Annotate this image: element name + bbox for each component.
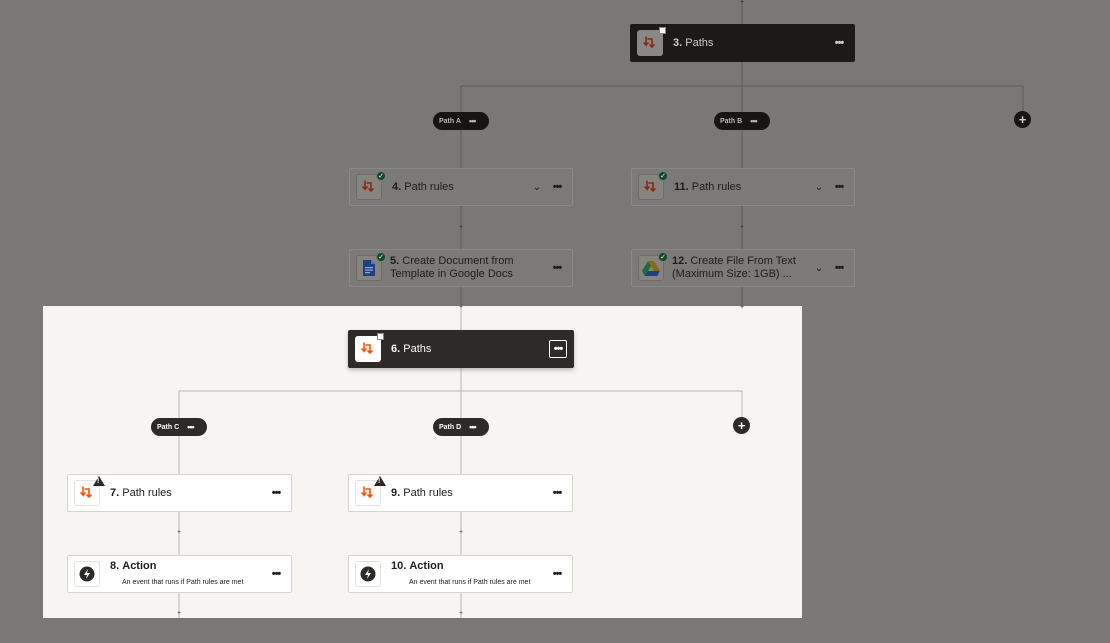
step-title: 5. Create Document from Template in Goog… [390, 255, 514, 280]
step-title: 3. Paths [673, 36, 714, 49]
check-icon: ✓ [376, 171, 386, 181]
warning-icon [93, 476, 105, 486]
step-title: 6. Paths [391, 342, 432, 355]
step-title: 9. Path rules [391, 486, 453, 499]
step-title: 10. Action An event that runs if Path ru… [391, 560, 548, 589]
step-8-action[interactable]: 8. Action An event that runs if Path rul… [67, 555, 292, 593]
paths-icon: ✓ [638, 171, 668, 200]
connector-lines [178, 0, 1024, 618]
more-options-icon[interactable]: ••• [267, 565, 285, 583]
step-12-google-drive[interactable]: ✓ 12. Create File From Text (Maximum Siz… [631, 249, 855, 287]
path-label: Path C [157, 423, 180, 431]
lightning-icon [74, 561, 100, 587]
path-b-pill[interactable]: Path B ••• [714, 112, 770, 130]
path-c-pill[interactable]: Path C ••• [151, 418, 207, 436]
step-7-path-rules[interactable]: 7. Path rules ••• [67, 474, 292, 512]
step-description: An event that runs if Path rules are met [409, 578, 531, 586]
google-drive-icon: ✓ [638, 252, 668, 281]
chevron-down-icon[interactable]: ⌄ [812, 182, 826, 193]
step-11-path-rules[interactable]: ✓ 11. Path rules ⌄ ••• [631, 168, 855, 206]
layout-badge-icon [377, 333, 384, 340]
paths-icon: ✓ [356, 171, 386, 200]
add-step-marker[interactable]: + [738, 0, 746, 6]
paths-icon [637, 27, 666, 56]
more-options-icon[interactable]: ••• [830, 259, 848, 277]
more-options-icon[interactable]: ••• [469, 116, 477, 126]
paths-icon [355, 333, 384, 362]
add-path-button[interactable]: + [1014, 111, 1031, 128]
path-label: Path A [439, 117, 461, 125]
more-options-icon[interactable]: ••• [548, 259, 566, 277]
check-icon: ✓ [376, 252, 386, 262]
more-options-icon[interactable]: ••• [469, 422, 477, 432]
step-title: 4. Path rules [392, 180, 454, 193]
add-step-marker[interactable]: + [738, 224, 746, 231]
more-options-icon[interactable]: ••• [830, 178, 848, 196]
more-options-icon[interactable]: ••• [548, 178, 566, 196]
add-step-marker[interactable]: + [175, 529, 183, 536]
step-10-action[interactable]: 10. Action An event that runs if Path ru… [348, 555, 573, 593]
layout-badge-icon [659, 27, 666, 34]
path-d-pill[interactable]: Path D ••• [433, 418, 489, 436]
paths-icon [355, 476, 386, 506]
check-icon: ✓ [658, 171, 668, 181]
more-options-icon[interactable]: ••• [548, 484, 566, 502]
more-options-icon[interactable]: ••• [187, 422, 195, 432]
more-options-icon[interactable]: ••• [548, 565, 566, 583]
chevron-down-icon[interactable]: ⌄ [812, 263, 826, 274]
more-options-icon[interactable]: ••• [267, 484, 285, 502]
lightning-icon [355, 561, 381, 587]
add-step-marker[interactable]: + [457, 224, 465, 231]
more-options-icon[interactable]: ••• [830, 34, 848, 52]
step-title: 8. Action An event that runs if Path rul… [110, 560, 267, 589]
google-docs-icon: ✓ [356, 252, 386, 281]
add-step-marker[interactable]: + [457, 304, 465, 311]
add-step-marker[interactable]: + [175, 610, 183, 617]
step-title: 11. Path rules [674, 180, 742, 193]
step-title: 7. Path rules [110, 486, 172, 499]
step-description: An event that runs if Path rules are met [122, 578, 244, 586]
step-3-paths[interactable]: 3. Paths ••• [630, 24, 855, 62]
path-label: Path D [439, 423, 462, 431]
check-icon: ✓ [658, 252, 668, 262]
add-step-marker[interactable]: + [738, 304, 746, 311]
step-4-path-rules[interactable]: ✓ 4. Path rules ⌄ ••• [349, 168, 573, 206]
more-options-icon[interactable]: ••• [750, 116, 758, 126]
add-step-marker[interactable]: + [457, 529, 465, 536]
add-path-button[interactable]: + [733, 417, 750, 434]
path-label: Path B [720, 117, 743, 125]
step-6-paths[interactable]: 6. Paths ••• [348, 330, 574, 368]
step-title: 12. Create File From Text (Maximum Size:… [672, 255, 796, 280]
add-step-marker[interactable]: + [457, 610, 465, 617]
step-5-google-docs[interactable]: ✓ 5. Create Document from Template in Go… [349, 249, 573, 287]
workflow-canvas: + + + + + + + + + 3. Paths ••• Path A ••… [0, 0, 1110, 643]
chevron-down-icon[interactable]: ⌄ [530, 182, 544, 193]
paths-icon [74, 476, 105, 506]
path-a-pill[interactable]: Path A ••• [433, 112, 489, 130]
warning-icon [374, 476, 386, 486]
step-9-path-rules[interactable]: 9. Path rules ••• [348, 474, 573, 512]
more-options-icon[interactable]: ••• [549, 340, 567, 358]
